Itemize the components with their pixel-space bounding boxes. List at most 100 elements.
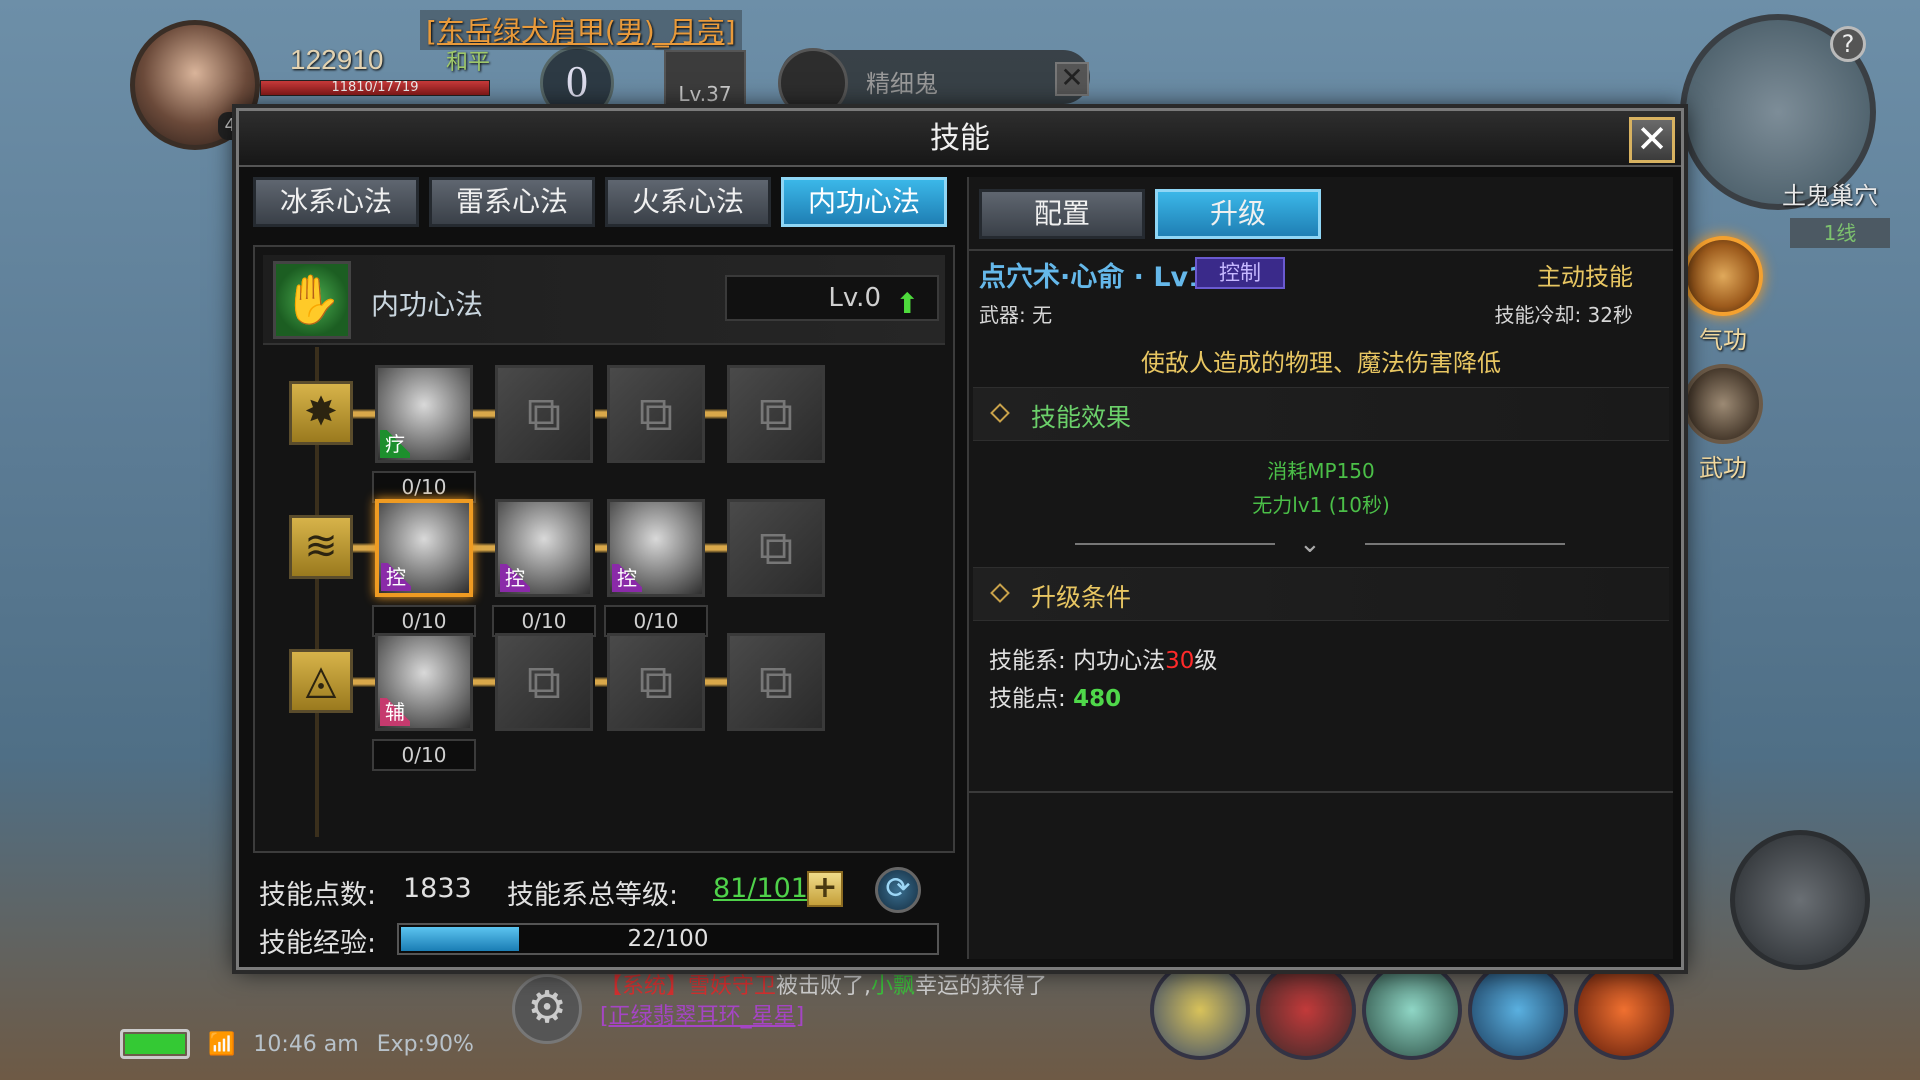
connector-line (353, 409, 375, 419)
chat-name1: 雪妖守卫 (688, 974, 777, 999)
locked-skill-slot[interactable]: ⧉ (607, 365, 705, 463)
skill-slot-5[interactable] (1574, 960, 1674, 1060)
skill-kind: 主动技能 (1537, 263, 1633, 291)
total-level-label: 技能系总等级: (507, 880, 679, 911)
skill-type-badge: 控制 (1195, 257, 1285, 289)
scroll-icon: ⧉ (638, 386, 674, 442)
skill-slot[interactable]: 控 (495, 499, 593, 597)
skill-slot[interactable]: 控 (607, 499, 705, 597)
gear-icon: ⚙ (527, 982, 567, 1033)
skill-tag: 控 (381, 563, 411, 591)
battery-icon (120, 1029, 190, 1059)
effect-line-1: 消耗MP150 (1267, 459, 1375, 483)
skill-tag: 疗 (380, 430, 410, 458)
scroll-icon: ⧉ (638, 654, 674, 710)
attack-button[interactable] (1730, 830, 1870, 970)
skill-tag: 控 (500, 564, 530, 592)
effect-title: 技能效果 (1031, 403, 1132, 432)
condition-points: 技能点: 480 (989, 679, 1121, 713)
points-label: 技能点数: (259, 880, 377, 911)
tree-level: Lv.0 ⬆ (725, 275, 939, 321)
tab-school-3[interactable]: 内功心法 (781, 177, 947, 227)
condition-school: 技能系: 内功心法30级 (989, 641, 1217, 675)
divider-right (1365, 543, 1565, 545)
skill-tag: 控 (612, 564, 642, 592)
skill-slot[interactable]: 辅 (375, 633, 473, 731)
connector-line (473, 543, 495, 553)
wugong-button[interactable]: 武功 (1682, 364, 1764, 483)
chat-system: 【系统】 (600, 974, 689, 999)
scroll-icon: ⧉ (758, 654, 794, 710)
skill-dialog: 技能 ✕ 冰系心法 雷系心法 火系心法 内功心法 ✋ 内功心法 Lv.0 ⬆ ✸ 疗 0/… (236, 108, 1684, 970)
tree-name: 内功心法 (371, 288, 484, 321)
tab-school-0[interactable]: 冰系心法 (253, 177, 419, 227)
scroll-icon: ⧉ (526, 654, 562, 710)
refresh-button[interactable]: ⟳ (875, 867, 921, 913)
tab-detail-0[interactable]: 配置 (979, 189, 1145, 239)
map-line[interactable]: 1线 (1790, 218, 1890, 248)
cond2-label: 技能点: (989, 686, 1066, 712)
burst-icon: ✸ (289, 381, 353, 445)
locked-skill-slot[interactable]: ⧉ (727, 633, 825, 731)
connector-line (705, 543, 727, 553)
tab-detail-1[interactable]: 升级 (1155, 189, 1321, 239)
tree-frame: ✋ 内功心法 Lv.0 ⬆ ✸ 疗 0/10 ⧉ ⧉ ⧉ ≋ 控 0/10 控 0/10 控 0/10 ⧉… (253, 245, 955, 853)
wifi-icon: 📶 (208, 1031, 236, 1057)
exp-label: 技能经验: (259, 928, 377, 959)
add-points-button[interactable]: + (807, 871, 843, 907)
locked-skill-slot[interactable]: ⧉ (607, 633, 705, 731)
exp-percent: Exp:90% (376, 1031, 474, 1057)
tab-school-2[interactable]: 火系心法 (605, 177, 771, 227)
player-hp-bar: 11810/17719 (260, 80, 490, 96)
locked-skill-slot[interactable]: ⧉ (495, 365, 593, 463)
skill-count: 0/10 (372, 739, 476, 771)
settings-button[interactable]: ⚙ (512, 974, 582, 1044)
skill-slot-4[interactable] (1468, 960, 1568, 1060)
locked-skill-slot[interactable]: ⧉ (495, 633, 593, 731)
target-level: Lv.37 (664, 50, 746, 110)
tree-footer: 技能点数: 1833 技能系总等级: 81/101 + ⟳ 技能经验: 22/1… (253, 865, 955, 959)
tree-header: ✋ 内功心法 Lv.0 ⬆ (263, 255, 945, 345)
map-name: 土鬼巢穴 (1782, 182, 1878, 210)
tree-level-text: Lv.0 (828, 283, 881, 313)
status-bar: 📶 10:46 am Exp:90% (120, 1024, 474, 1064)
target-name: 精细鬼 (866, 70, 938, 98)
up-arrow-icon[interactable]: ⬆ (896, 283, 919, 325)
chat-item-link[interactable]: [正绿翡翠耳环_星星] (600, 1004, 804, 1029)
player-hp-text: 11810/17719 (331, 80, 419, 95)
chat-box[interactable]: 【系统】雪妖守卫被击败了,小飘幸运的获得了 [正绿翡翠耳环_星星] (600, 972, 1140, 1044)
meditation-icon (1683, 236, 1763, 316)
skill-slot[interactable]: 控 (375, 499, 473, 597)
close-button[interactable]: ✕ (1629, 117, 1675, 163)
skill-detail-panel: 配置 升级 点穴术·心俞 · Lv1 控制 主动技能 武器: 无 技能冷却: 32… (967, 177, 1673, 959)
scroll-icon: ⧉ (758, 386, 794, 442)
detail-bottom-divider (969, 791, 1673, 793)
connector-line (595, 543, 607, 553)
qigong-button[interactable]: 气功 (1682, 236, 1764, 355)
skill-slot-2[interactable] (1256, 960, 1356, 1060)
item-link[interactable]: [东岳绿犬肩甲(男)_月亮] (420, 10, 742, 50)
chevron-down-icon[interactable]: ⌄ (1299, 529, 1321, 559)
locked-skill-slot[interactable]: ⧉ (727, 499, 825, 597)
skill-slot[interactable]: 疗 (375, 365, 473, 463)
skill-slot-1[interactable] (1150, 960, 1250, 1060)
points-value: 1833 (403, 873, 472, 904)
connector-line (595, 409, 607, 419)
diamond-icon (990, 403, 1010, 423)
skill-slot-3[interactable] (1362, 960, 1462, 1060)
skill-description: 使敌人造成的物理、魔法伤害降低 (1141, 349, 1501, 377)
help-button[interactable]: ? (1830, 26, 1866, 62)
exp-bar: 22/100 (397, 923, 939, 955)
total-level-value[interactable]: 81/101 (713, 873, 808, 904)
locked-skill-slot[interactable]: ⧉ (727, 365, 825, 463)
detail-divider (969, 249, 1673, 251)
wugong-label: 武功 (1699, 454, 1747, 482)
chat-name2: 小飘 (871, 974, 916, 999)
cond1-prefix: 内功心法 (1073, 648, 1166, 674)
upgrade-section: 升级条件 (973, 567, 1669, 621)
cond1-level: 30 (1165, 648, 1195, 674)
tab-school-1[interactable]: 雷系心法 (429, 177, 595, 227)
cond1-label: 技能系: (989, 648, 1066, 674)
target-close-button[interactable]: ✕ (1055, 62, 1089, 96)
divider-left (1075, 543, 1275, 545)
